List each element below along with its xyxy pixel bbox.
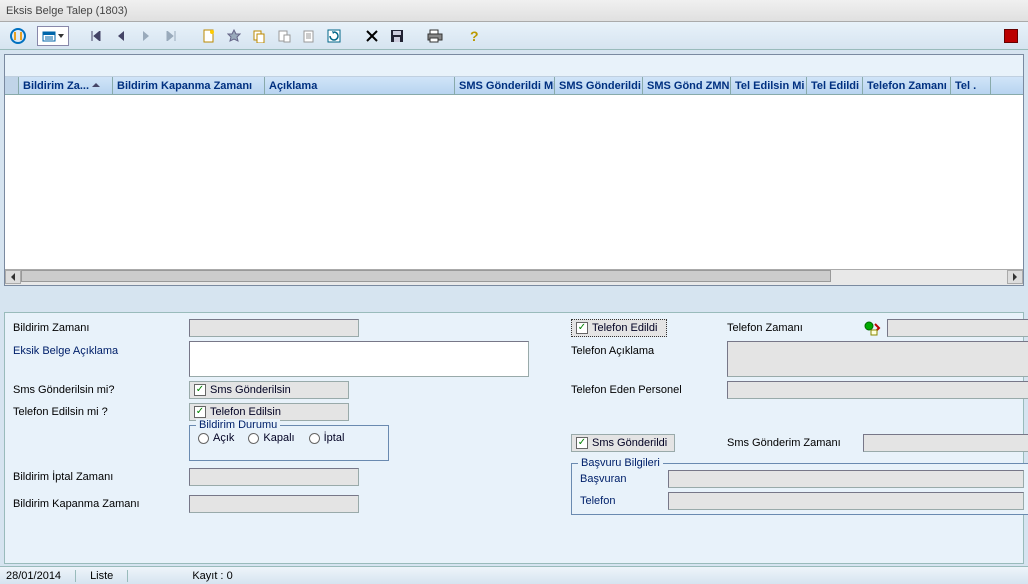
grid-col-header[interactable]: Telefon Zamanı — [863, 77, 951, 94]
bildirim-kapanma-zamani-label: Bildirim Kapanma Zamanı — [13, 496, 183, 512]
print-button[interactable] — [424, 26, 446, 46]
checkbox-icon: ✓ — [576, 437, 588, 449]
telefon-label: Telefon — [580, 493, 660, 509]
toolbar: ? — [0, 22, 1028, 50]
telefon-eden-label: Telefon Eden Personel — [571, 382, 721, 398]
radio-acik[interactable]: Açık — [198, 432, 234, 444]
grid-col-header[interactable]: SMS Gönd ZMN — [643, 77, 731, 94]
telefon-edildi-checkbox[interactable]: ✓ Telefon Edildi — [571, 319, 667, 337]
telefon-zamani-label: Telefon Zamanı — [727, 320, 857, 336]
form-panel: Bildirim Zamanı ✓ Telefon Edildi Telefon… — [4, 312, 1024, 564]
grid-col-header[interactable]: Bildirim Za... — [19, 77, 113, 94]
status-record-value: 0 — [227, 570, 233, 582]
grid-col-header[interactable]: SMS Gönderildi — [555, 77, 643, 94]
data-grid: Bildirim Za... Bildirim Kapanma ZamanıAç… — [4, 54, 1024, 286]
delete-button[interactable] — [361, 26, 383, 46]
grid-col-header[interactable]: Tel Edildi — [807, 77, 863, 94]
sms-gonderilsin-chk-label: Sms Gönderilsin — [210, 384, 291, 396]
sms-gonderildi-checkbox[interactable]: ✓ Sms Gönderildi — [571, 434, 675, 452]
grid-row-selector-header[interactable] — [5, 77, 19, 94]
grid-col-header[interactable]: Tel . — [951, 77, 991, 94]
checkbox-icon: ✓ — [194, 406, 206, 418]
svg-text:?: ? — [470, 29, 479, 43]
basvuru-legend: Başvuru Bilgileri — [578, 457, 663, 469]
calendar-dropdown-button[interactable] — [37, 26, 69, 46]
nav-next-button[interactable] — [135, 26, 157, 46]
red-square-icon — [1004, 29, 1018, 43]
basvuran-label: Başvuran — [580, 471, 660, 487]
favorite-button[interactable] — [223, 26, 245, 46]
save-button[interactable] — [386, 26, 408, 46]
telefon-zamani-input[interactable] — [887, 319, 1028, 337]
eksik-belge-textarea[interactable] — [189, 341, 529, 377]
telefon-eden-input[interactable] — [727, 381, 1028, 399]
app-icon — [6, 26, 30, 46]
bildirim-iptal-zamani-input[interactable] — [189, 468, 359, 486]
basvuran-input[interactable] — [668, 470, 1024, 488]
radio-iptal[interactable]: İptal — [309, 432, 345, 444]
scroll-left-button[interactable] — [5, 270, 21, 284]
chevron-down-icon — [58, 34, 64, 38]
radio-icon — [198, 433, 209, 444]
sms-gonderim-zamani-label: Sms Gönderim Zamanı — [727, 435, 857, 451]
radio-icon — [309, 433, 320, 444]
help-button[interactable]: ? — [462, 26, 484, 46]
grid-body[interactable] — [5, 95, 1023, 269]
telefon-edilsin-chk-label: Telefon Edilsin — [210, 406, 281, 418]
phone-time-icon[interactable] — [863, 320, 883, 336]
radio-icon — [248, 433, 259, 444]
eksik-belge-label: Eksik Belge Açıklama — [13, 341, 183, 359]
grid-col-header[interactable]: Tel Edilsin Mi — [731, 77, 807, 94]
grid-header-row: Bildirim Za... Bildirim Kapanma ZamanıAç… — [5, 77, 1023, 95]
nav-first-button[interactable] — [85, 26, 107, 46]
copy-button[interactable] — [248, 26, 270, 46]
bildirim-zamani-label: Bildirim Zamanı — [13, 320, 183, 336]
telefon-input[interactable] — [668, 492, 1024, 510]
grid-col-header[interactable]: Bildirim Kapanma Zamanı — [113, 77, 265, 94]
grid-h-scrollbar[interactable] — [5, 269, 1023, 285]
nav-prev-button[interactable] — [110, 26, 132, 46]
status-date: 28/01/2014 — [6, 570, 61, 582]
bildirim-durumu-legend: Bildirim Durumu — [196, 419, 280, 431]
status-mode: Liste — [90, 570, 113, 582]
window-title: Eksis Belge Talep (1803) — [6, 5, 127, 17]
new-doc-button[interactable] — [198, 26, 220, 46]
scroll-track[interactable] — [21, 270, 1007, 285]
status-record-label: Kayıt : — [192, 570, 223, 582]
titlebar: Eksis Belge Talep (1803) — [0, 0, 1028, 22]
scroll-right-button[interactable] — [1007, 270, 1023, 284]
nav-last-button[interactable] — [160, 26, 182, 46]
telefon-edildi-label: Telefon Edildi — [592, 322, 657, 334]
calendar-icon — [42, 30, 56, 42]
scroll-thumb[interactable] — [21, 270, 831, 282]
bildirim-iptal-zamani-label: Bildirim İptal Zamanı — [13, 469, 183, 485]
telefon-aciklama-label: Telefon Açıklama — [571, 341, 721, 359]
export-button[interactable] — [298, 26, 320, 46]
bildirim-zamani-input[interactable] — [189, 319, 359, 337]
paste-button[interactable] — [273, 26, 295, 46]
close-indicator-button[interactable] — [1000, 26, 1022, 46]
basvuru-bilgileri-fieldset: Başvuru Bilgileri Başvuran Telefon — [571, 463, 1028, 515]
statusbar: 28/01/2014 Liste Kayıt : 0 — [0, 566, 1028, 584]
telefon-edilsin-label: Telefon Edilsin mi ? — [13, 404, 183, 420]
sort-asc-icon — [89, 80, 100, 92]
grid-band — [5, 55, 1023, 77]
bildirim-durumu-fieldset: Bildirim Durumu Açık Kapalı İptal — [189, 425, 389, 461]
checkbox-icon: ✓ — [576, 322, 588, 334]
sms-gonderim-zamani-input[interactable] — [863, 434, 1028, 452]
radio-kapali[interactable]: Kapalı — [248, 432, 294, 444]
sms-gonderilsin-checkbox[interactable]: ✓ Sms Gönderilsin — [189, 381, 349, 399]
sms-gonderilsin-label: Sms Gönderilsin mi? — [13, 382, 183, 398]
sms-gonderildi-chk-label: Sms Gönderildi — [592, 437, 667, 449]
telefon-aciklama-textarea[interactable] — [727, 341, 1028, 377]
checkbox-icon: ✓ — [194, 384, 206, 396]
refresh-button[interactable] — [323, 26, 345, 46]
grid-col-header[interactable]: SMS Gönderildi Mi — [455, 77, 555, 94]
grid-col-header[interactable]: Açıklama — [265, 77, 455, 94]
bildirim-kapanma-zamani-input[interactable] — [189, 495, 359, 513]
